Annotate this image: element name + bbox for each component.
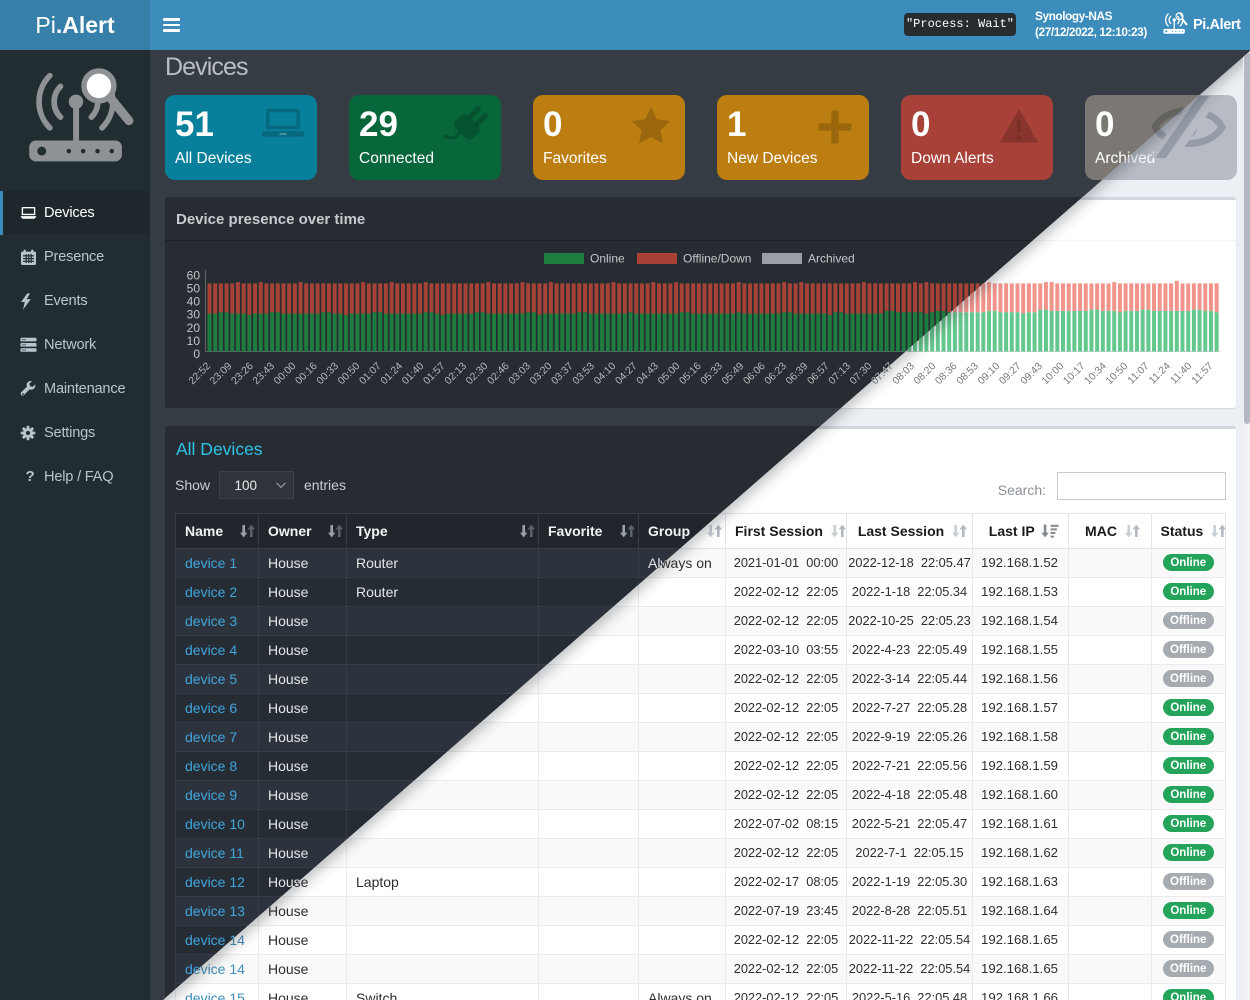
svg-text:06:06: 06:06 xyxy=(742,361,768,387)
svg-text:11:40: 11:40 xyxy=(1169,361,1195,387)
svg-text:08:36: 08:36 xyxy=(933,361,959,387)
svg-text:11:24: 11:24 xyxy=(1147,361,1173,387)
svg-text:02:30: 02:30 xyxy=(464,361,490,387)
svg-text:01:07: 01:07 xyxy=(358,361,384,387)
svg-text:40: 40 xyxy=(187,295,201,309)
svg-text:10:17: 10:17 xyxy=(1061,361,1087,387)
svg-text:08:20: 08:20 xyxy=(912,361,938,387)
svg-text:30: 30 xyxy=(187,308,201,322)
svg-text:11:07: 11:07 xyxy=(1126,361,1152,387)
svg-text:02:13: 02:13 xyxy=(443,361,469,387)
svg-text:05:16: 05:16 xyxy=(678,361,704,387)
svg-text:00:00: 00:00 xyxy=(272,361,298,387)
svg-text:10: 10 xyxy=(187,334,201,348)
svg-text:01:24: 01:24 xyxy=(379,361,405,387)
svg-text:00:33: 00:33 xyxy=(315,361,341,387)
svg-text:05:33: 05:33 xyxy=(699,361,725,387)
svg-text:22:52: 22:52 xyxy=(187,361,213,387)
svg-text:09:10: 09:10 xyxy=(976,361,1002,387)
svg-text:11:57: 11:57 xyxy=(1190,361,1216,387)
svg-text:07:13: 07:13 xyxy=(827,361,853,387)
svg-text:50: 50 xyxy=(187,282,201,296)
svg-text:10:50: 10:50 xyxy=(1104,361,1130,387)
svg-text:Online: Online xyxy=(590,252,625,266)
svg-text:03:37: 03:37 xyxy=(550,361,576,387)
svg-text:00:16: 00:16 xyxy=(294,361,320,387)
svg-text:10:00: 10:00 xyxy=(1040,361,1066,387)
svg-text:Offline/Down: Offline/Down xyxy=(683,252,751,266)
svg-text:04:10: 04:10 xyxy=(592,361,618,387)
svg-text:01:40: 01:40 xyxy=(400,361,426,387)
svg-text:Archived: Archived xyxy=(808,252,855,266)
svg-text:02:46: 02:46 xyxy=(486,361,512,387)
svg-text:06:57: 06:57 xyxy=(806,361,832,387)
svg-text:03:20: 03:20 xyxy=(528,361,554,387)
svg-text:23:09: 23:09 xyxy=(208,361,234,387)
svg-text:00:50: 00:50 xyxy=(336,361,362,387)
svg-text:09:27: 09:27 xyxy=(997,361,1023,387)
svg-text:04:27: 04:27 xyxy=(614,361,640,387)
svg-text:08:53: 08:53 xyxy=(955,361,981,387)
svg-text:06:39: 06:39 xyxy=(784,361,810,387)
svg-text:05:49: 05:49 xyxy=(720,361,746,387)
svg-text:04:43: 04:43 xyxy=(635,361,661,387)
svg-text:08:03: 08:03 xyxy=(891,361,917,387)
svg-text:01:57: 01:57 xyxy=(422,361,448,387)
svg-text:03:03: 03:03 xyxy=(507,361,533,387)
svg-text:23:26: 23:26 xyxy=(230,361,256,387)
svg-text:09:43: 09:43 xyxy=(1019,361,1045,387)
svg-text:05:00: 05:00 xyxy=(656,361,682,387)
svg-text:06:23: 06:23 xyxy=(763,361,789,387)
svg-text:03:53: 03:53 xyxy=(571,361,597,387)
svg-text:23:43: 23:43 xyxy=(251,361,277,387)
svg-text:20: 20 xyxy=(187,321,201,335)
svg-text:60: 60 xyxy=(187,268,201,282)
svg-text:10:34: 10:34 xyxy=(1083,361,1109,387)
svg-text:0: 0 xyxy=(193,347,200,361)
